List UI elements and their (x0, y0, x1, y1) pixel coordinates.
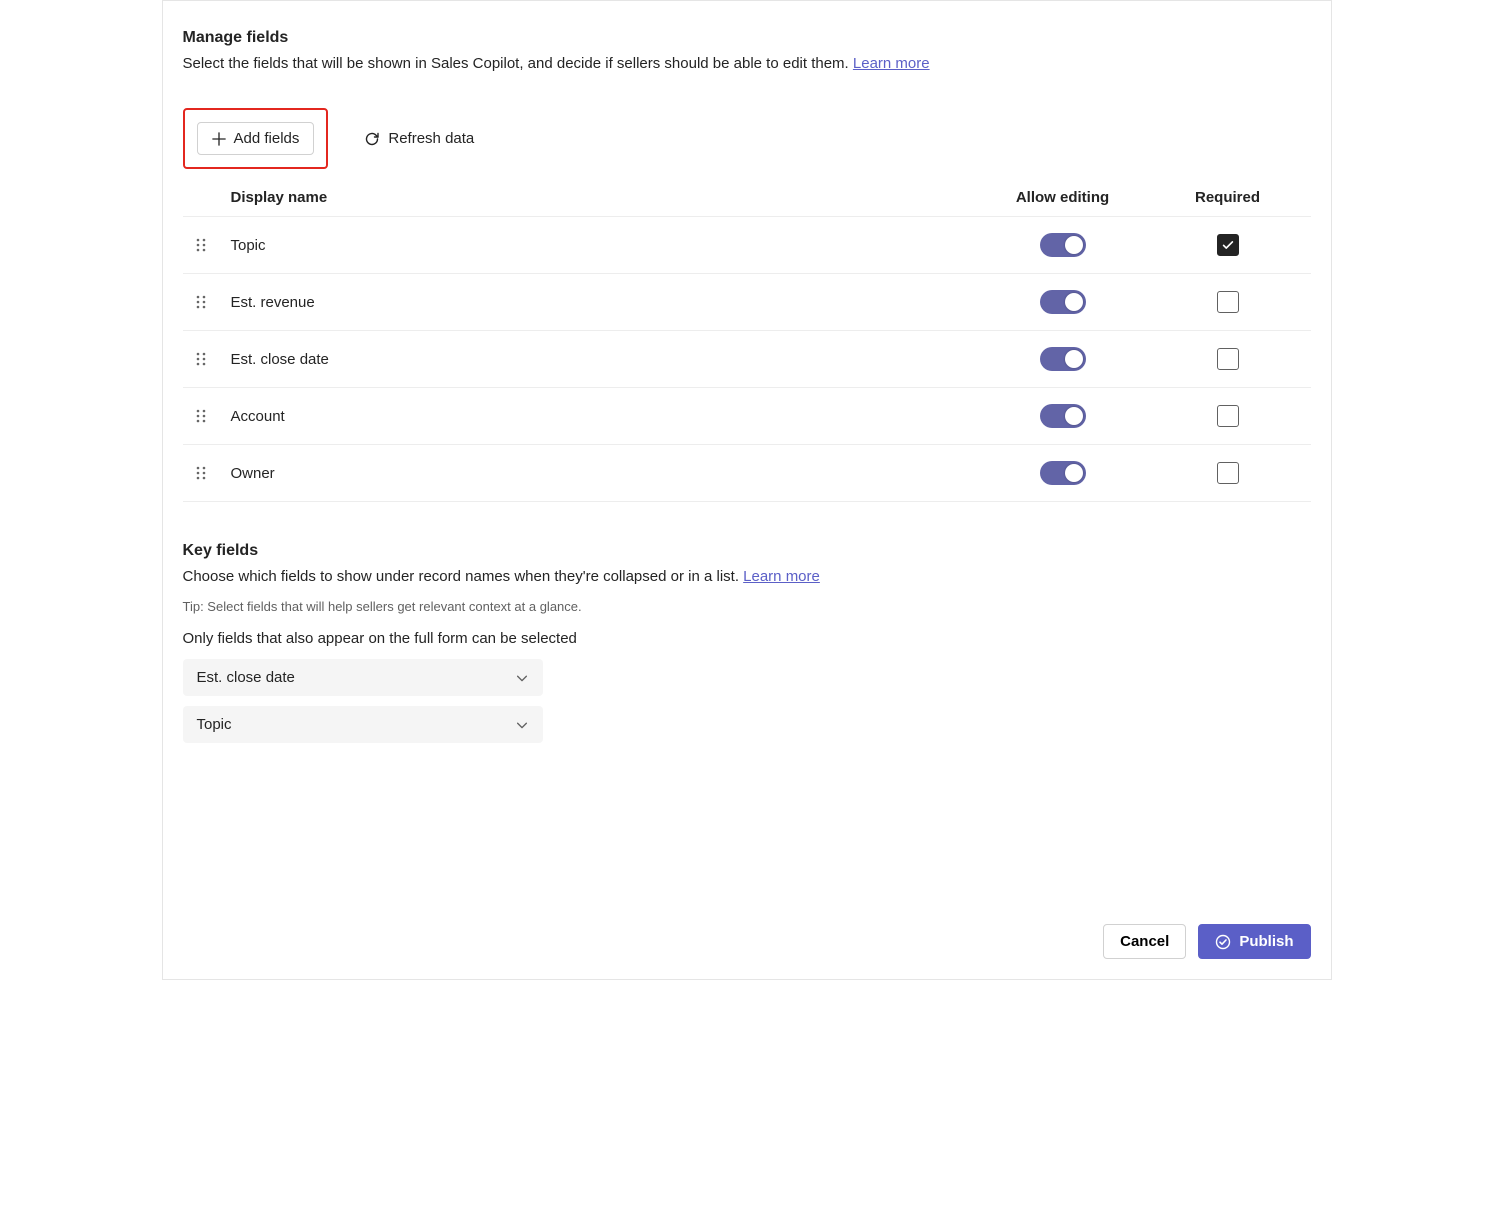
allow-editing-toggle[interactable] (1040, 290, 1086, 314)
drag-handle-icon[interactable] (191, 235, 211, 255)
cancel-button[interactable]: Cancel (1103, 924, 1186, 959)
required-checkbox[interactable] (1217, 348, 1239, 370)
col-required: Required (1153, 189, 1303, 206)
key-fields-note: Only fields that also appear on the full… (183, 630, 1311, 647)
footer-actions: Cancel Publish (183, 884, 1311, 959)
allow-editing-toggle[interactable] (1040, 461, 1086, 485)
drag-handle-icon[interactable] (191, 463, 211, 483)
refresh-icon (364, 131, 380, 147)
dropdown-value: Topic (197, 716, 232, 733)
fields-table-body: Topic Est. revenue Est. close date Account O… (183, 217, 1311, 502)
allow-editing-toggle[interactable] (1040, 404, 1086, 428)
drag-handle-icon[interactable] (191, 292, 211, 312)
key-fields-learn-more-link[interactable]: Learn more (743, 568, 820, 585)
key-field-dropdown[interactable]: Topic (183, 706, 543, 743)
checkmark-circle-icon (1215, 934, 1231, 950)
col-display-name: Display name (231, 189, 973, 206)
table-row: Est. revenue (183, 274, 1311, 331)
chevron-down-icon (515, 718, 529, 732)
key-field-dropdown[interactable]: Est. close date (183, 659, 543, 696)
required-checkbox[interactable] (1217, 234, 1239, 256)
field-name: Account (231, 408, 973, 425)
field-name: Topic (231, 237, 973, 254)
table-row: Est. close date (183, 331, 1311, 388)
key-fields-tip: Tip: Select fields that will help seller… (183, 599, 1311, 614)
add-fields-button[interactable]: Add fields (197, 122, 315, 155)
refresh-data-button[interactable]: Refresh data (350, 123, 488, 154)
key-fields-title: Key fields (183, 542, 1311, 560)
required-checkbox[interactable] (1217, 291, 1239, 313)
manage-fields-panel: Manage fields Select the fields that wil… (162, 0, 1332, 980)
manage-fields-desc: Select the fields that will be shown in … (183, 55, 1311, 72)
manage-fields-title: Manage fields (183, 29, 1311, 47)
key-fields-selections: Est. close date Topic (183, 659, 1311, 753)
table-row: Owner (183, 445, 1311, 502)
add-fields-highlight: Add fields (183, 108, 329, 169)
field-name: Est. revenue (231, 294, 973, 311)
chevron-down-icon (515, 671, 529, 685)
field-name: Owner (231, 465, 973, 482)
field-name: Est. close date (231, 351, 973, 368)
allow-editing-toggle[interactable] (1040, 233, 1086, 257)
drag-handle-icon[interactable] (191, 349, 211, 369)
dropdown-value: Est. close date (197, 669, 295, 686)
required-checkbox[interactable] (1217, 405, 1239, 427)
col-allow-editing: Allow editing (973, 189, 1153, 206)
allow-editing-toggle[interactable] (1040, 347, 1086, 371)
table-row: Account (183, 388, 1311, 445)
table-row: Topic (183, 217, 1311, 274)
manage-learn-more-link[interactable]: Learn more (853, 55, 930, 72)
fields-toolbar: Add fields Refresh data (183, 108, 1311, 169)
publish-button[interactable]: Publish (1198, 924, 1310, 959)
required-checkbox[interactable] (1217, 462, 1239, 484)
drag-handle-icon[interactable] (191, 406, 211, 426)
key-fields-desc: Choose which fields to show under record… (183, 568, 1311, 585)
plus-icon (212, 132, 226, 146)
fields-table-header: Display name Allow editing Required (183, 169, 1311, 217)
